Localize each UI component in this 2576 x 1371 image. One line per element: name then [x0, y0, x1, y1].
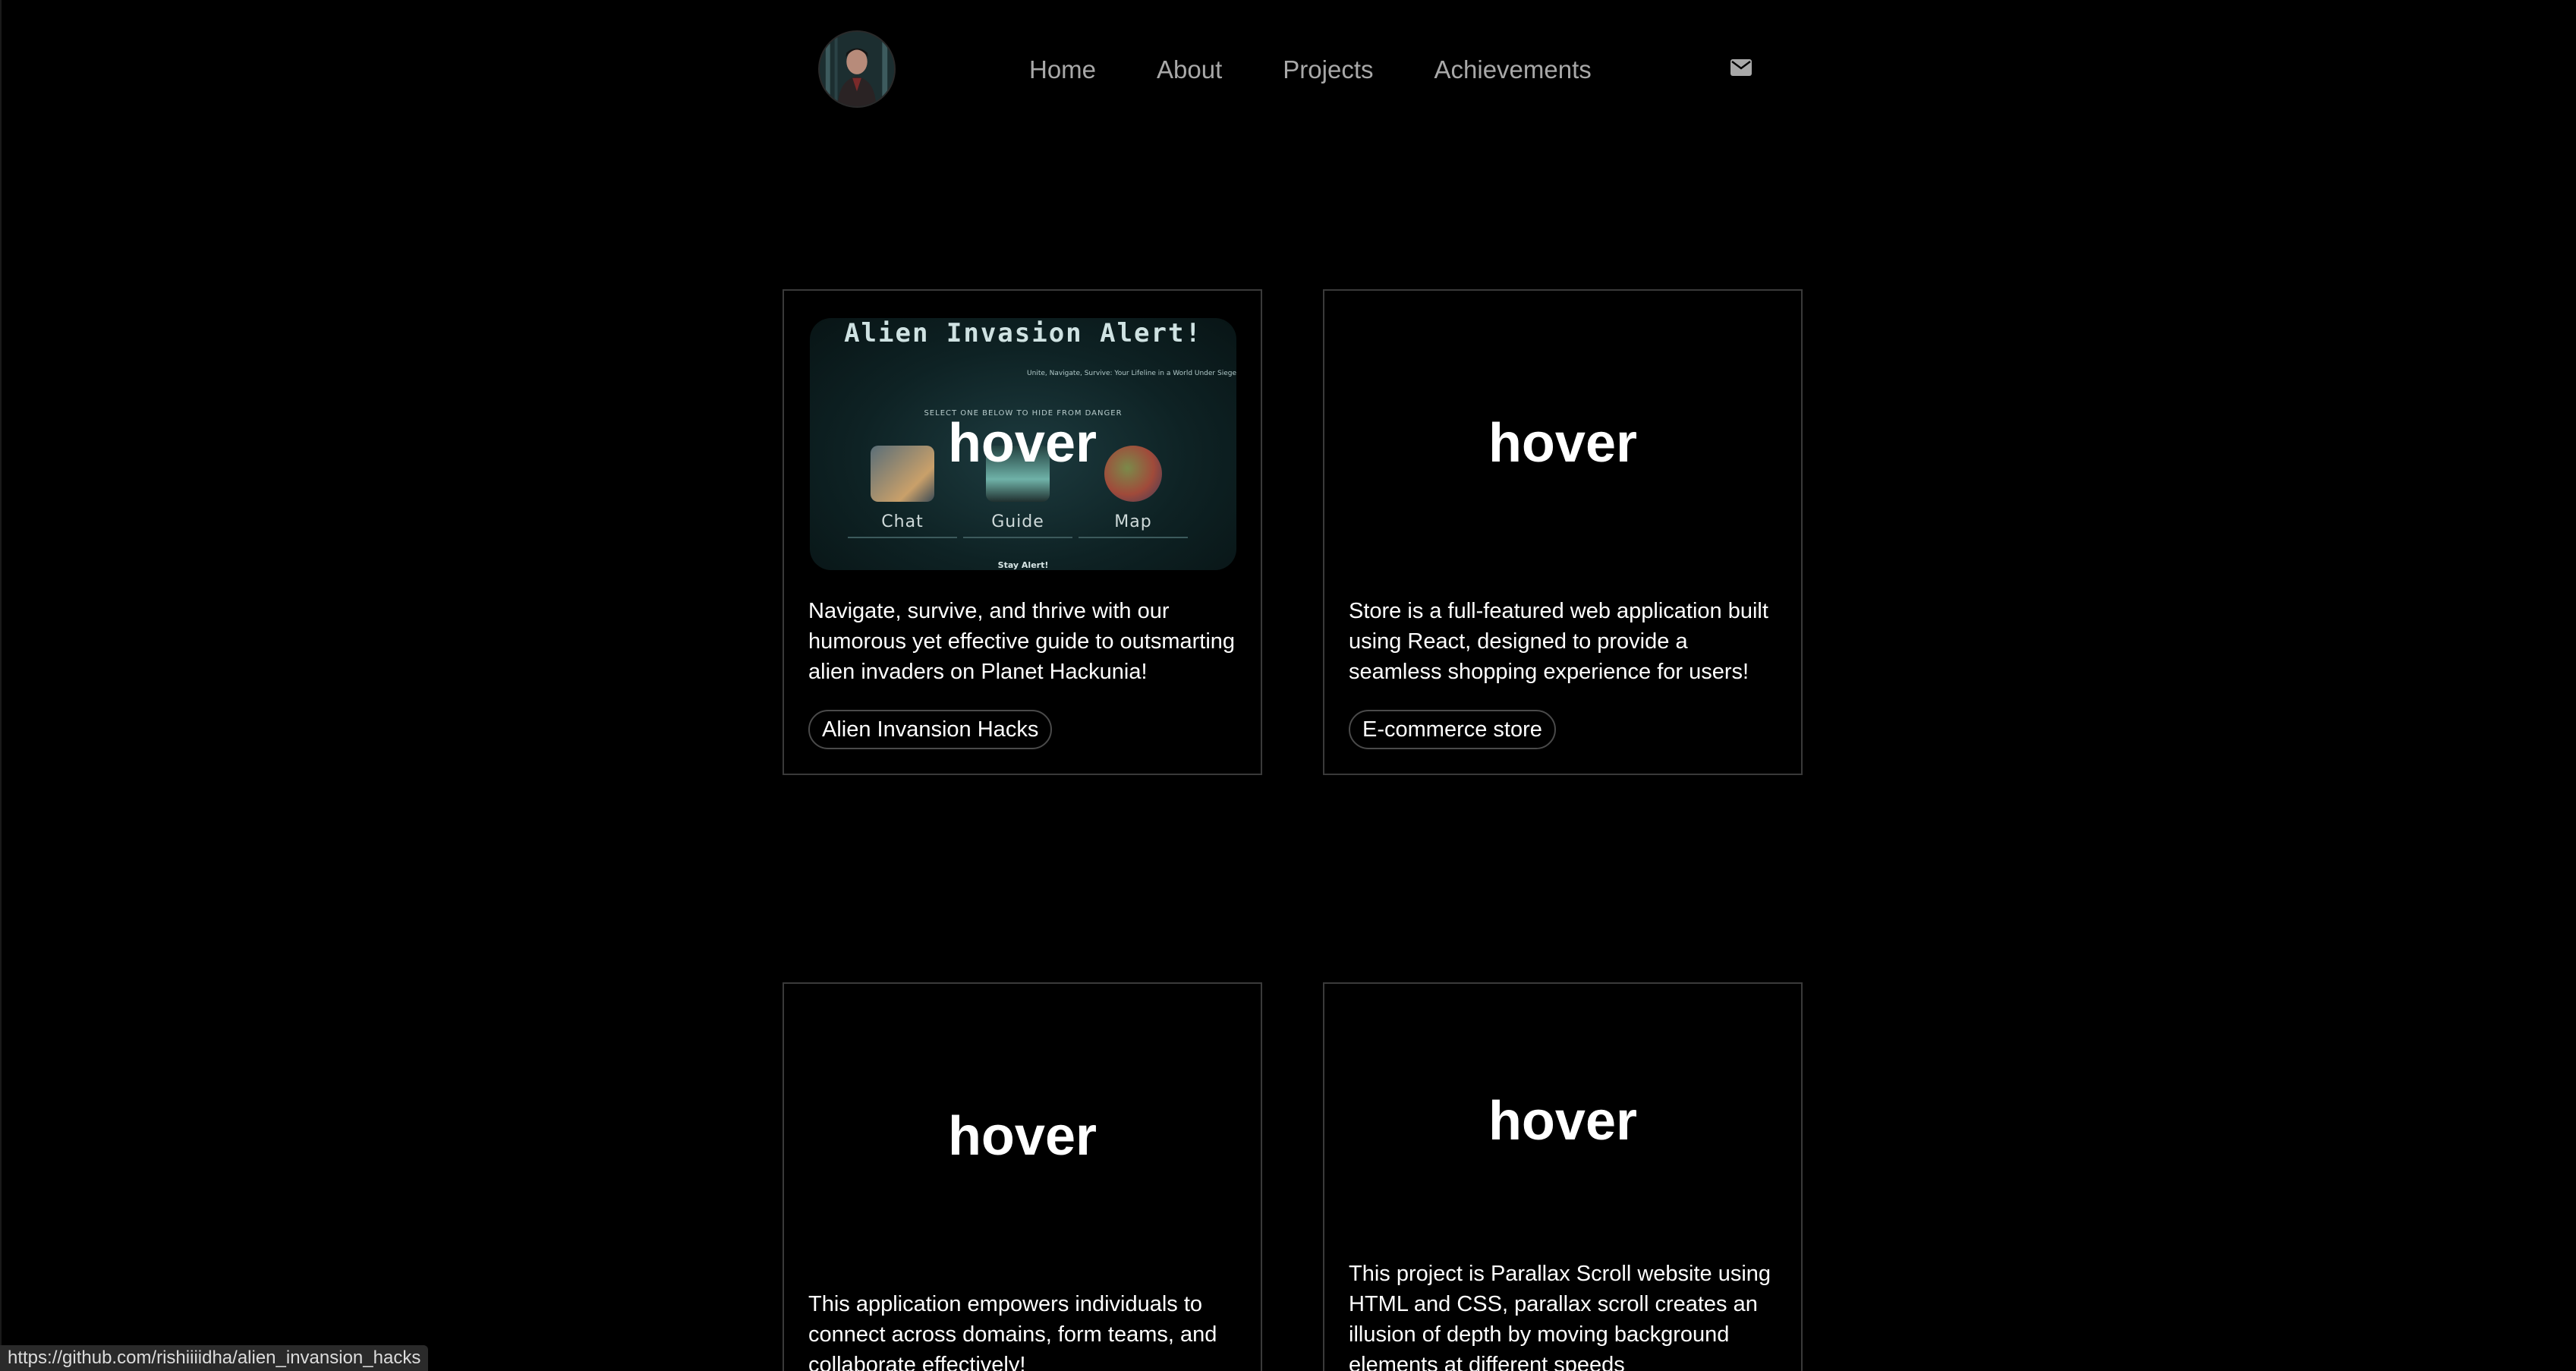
project-card-parallax[interactable]: hover This project is Parallax Scroll we… [1323, 982, 1803, 1371]
avatar-photo [820, 32, 894, 106]
preview-subtitle: Unite, Navigate, Survive: Your Lifeline … [1027, 370, 1236, 377]
page-edge [0, 0, 2, 1371]
avatar[interactable] [818, 30, 896, 108]
preview-title: Alien Invasion Alert! [844, 318, 1202, 348]
nav-projects[interactable]: Projects [1283, 52, 1373, 88]
project-description: Store is a full-featured web application… [1349, 599, 1768, 684]
nav-about[interactable]: About [1157, 52, 1222, 88]
project-card-collaboration[interactable]: hover This application empowers individu… [783, 982, 1262, 1371]
hover-overlay-text: hover [1488, 413, 1638, 474]
hover-overlay-text: hover [947, 413, 1097, 474]
link-preview-status-bar: https://github.com/rishiiiidha/alien_inv… [0, 1345, 429, 1371]
nav-home[interactable]: Home [1029, 52, 1096, 88]
hover-overlay-text: hover [947, 1106, 1097, 1167]
nav-achievements[interactable]: Achievements [1434, 52, 1592, 88]
hover-overlay-text: hover [1488, 1091, 1638, 1152]
project-tag-button[interactable]: Alien Invansion Hacks [808, 710, 1053, 749]
project-description: This application empowers individuals to… [808, 1292, 1217, 1371]
project-card-ecommerce[interactable]: hover Store is a full-featured web appli… [1323, 289, 1803, 775]
preview-footer: Stay Alert! [997, 560, 1049, 570]
mail-icon[interactable] [1730, 59, 1752, 76]
project-description: Navigate, survive, and thrive with our h… [808, 599, 1236, 684]
project-tag-button[interactable]: E-commerce store [1349, 710, 1556, 749]
main-nav: Home About Projects Achievements [1029, 52, 1652, 88]
project-card-alien-invasion[interactable]: Alien Invasion Alert! Unite, Navigate, S… [783, 289, 1262, 775]
project-description: This project is Parallax Scroll website … [1349, 1262, 1771, 1371]
